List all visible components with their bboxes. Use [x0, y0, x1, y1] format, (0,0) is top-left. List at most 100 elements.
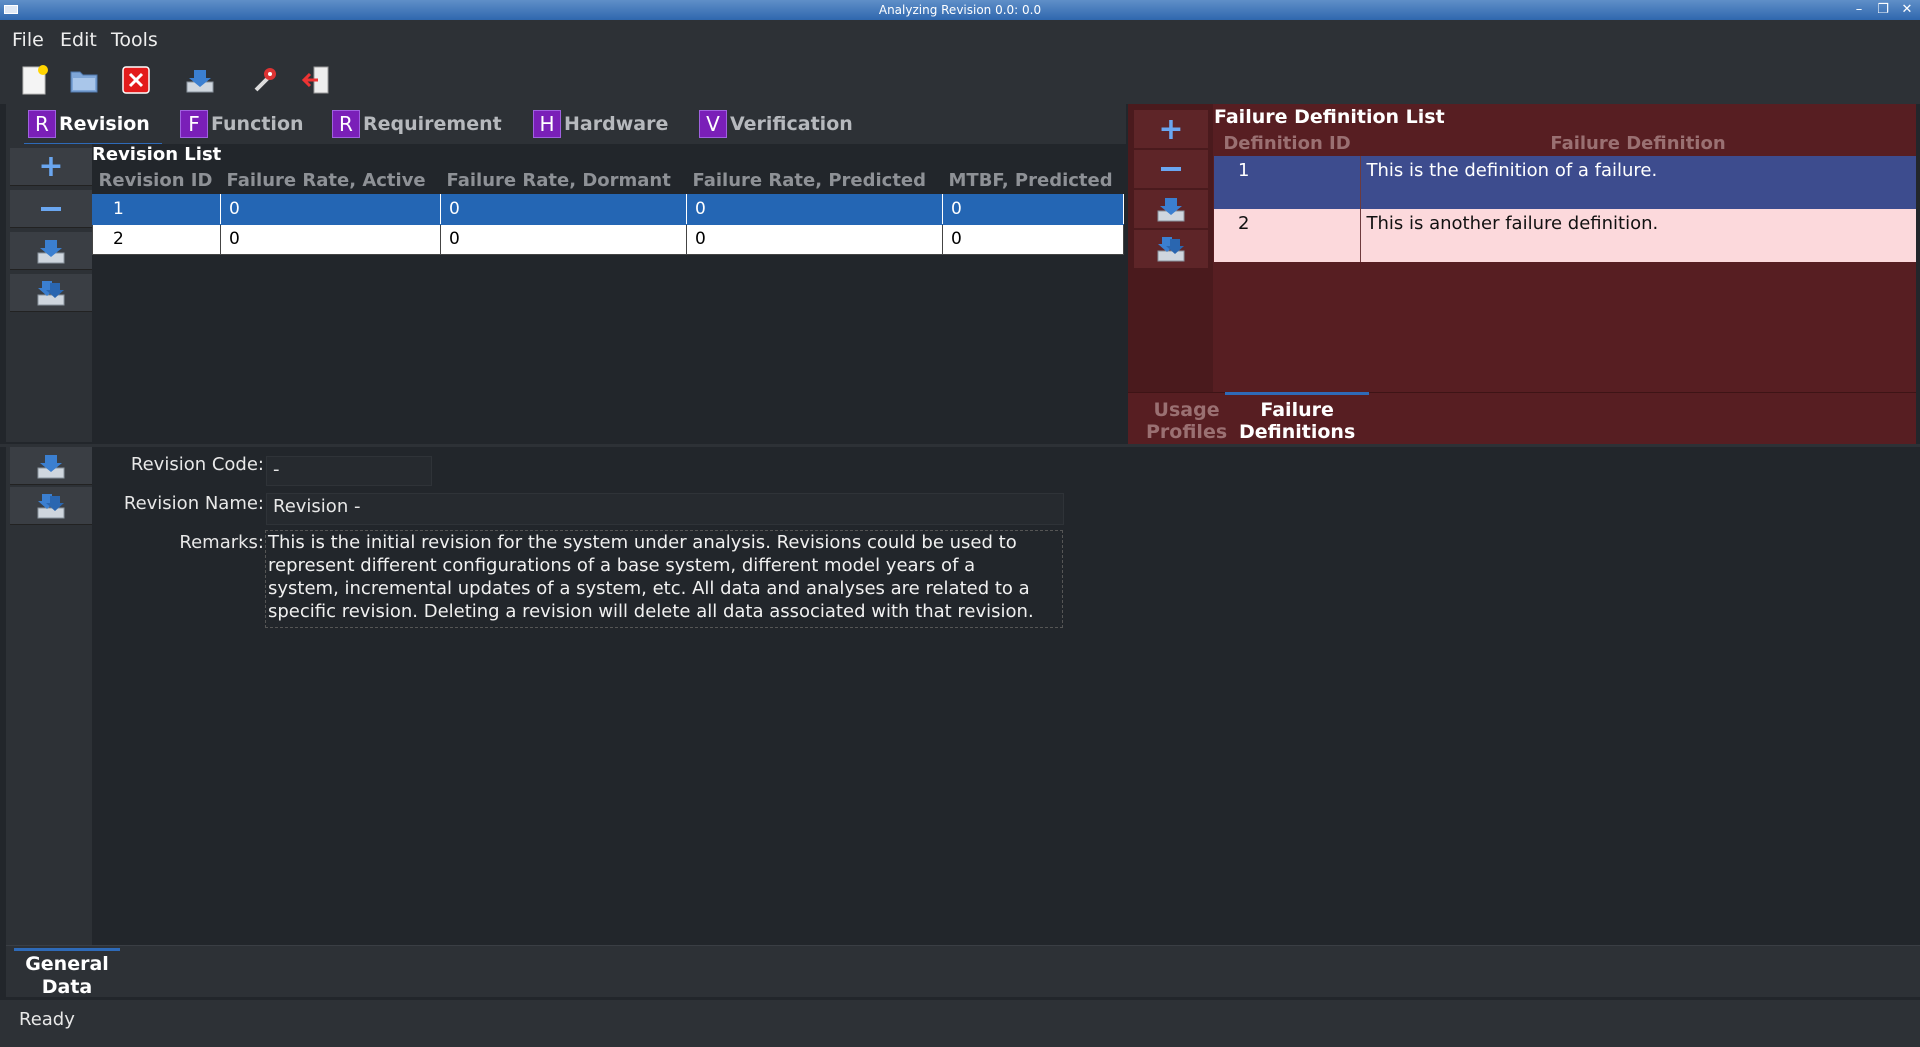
remove-definition-button[interactable]: [1134, 150, 1208, 188]
remarks-line: specific revision. Deleting a revision w…: [268, 601, 1034, 622]
tab-label-line: Data: [41, 976, 93, 998]
tab-label-line: Usage: [1153, 399, 1220, 421]
table-cell[interactable]: 2: [1214, 209, 1361, 262]
menu-edit[interactable]: Edit: [60, 29, 97, 51]
save-all-button[interactable]: [10, 274, 92, 312]
revision-table: Revision ID Failure Rate, Active Failure…: [92, 168, 1124, 255]
add-definition-button[interactable]: +: [1134, 110, 1208, 148]
column-header[interactable]: Failure Rate, Dormant: [441, 168, 687, 194]
table-cell[interactable]: 0: [686, 223, 943, 255]
save-definition-button[interactable]: [1134, 190, 1208, 228]
tab-failure-definitions[interactable]: Failure Definitions: [1224, 392, 1370, 443]
failure-definition-table: Definition ID Failure Definition 1 This …: [1214, 130, 1916, 262]
tab-label: Revision: [59, 113, 150, 135]
tab-label-line: Profiles: [1146, 421, 1228, 443]
tab-label: Verification: [730, 113, 853, 135]
general-data-tabs: General Data: [6, 945, 1920, 999]
remove-revision-button[interactable]: [10, 190, 92, 228]
tab-label-line: Definitions: [1239, 421, 1356, 443]
save-all-general-data-button[interactable]: [10, 487, 92, 525]
table-row[interactable]: 2 This is another failure definition.: [1214, 209, 1916, 262]
pane-divider[interactable]: [0, 444, 1920, 447]
column-header[interactable]: Failure Definition: [1360, 130, 1916, 156]
revision-name-field[interactable]: Revision -: [266, 493, 1064, 525]
new-document-icon[interactable]: [18, 64, 50, 96]
tab-general-data[interactable]: General Data: [14, 948, 120, 999]
plus-icon: +: [38, 149, 64, 184]
table-cell[interactable]: 0: [440, 223, 687, 255]
table-cell[interactable]: 0: [220, 193, 441, 225]
column-header[interactable]: Failure Rate, Active: [221, 168, 441, 194]
table-header: Revision ID Failure Rate, Active Failure…: [93, 168, 1124, 194]
table-cell[interactable]: This is the definition of a failure.: [1360, 156, 1916, 209]
add-revision-button[interactable]: +: [10, 148, 92, 186]
revision-code-field[interactable]: -: [266, 456, 432, 486]
remarks-line: This is the initial revision for the sys…: [268, 532, 1017, 553]
save-revision-button[interactable]: [10, 232, 92, 270]
table-cell[interactable]: 0: [942, 223, 1124, 255]
plus-icon: +: [1158, 111, 1184, 147]
table-header: Definition ID Failure Definition: [1214, 130, 1916, 156]
save-icon: [37, 454, 65, 478]
tab-usage-profiles[interactable]: Usage Profiles: [1146, 399, 1227, 443]
table-cell[interactable]: 0: [220, 223, 441, 255]
tab-function[interactable]: F Function: [180, 108, 304, 140]
status-text: Ready: [19, 1009, 75, 1030]
table-cell[interactable]: 0: [440, 193, 687, 225]
close-window-icon[interactable]: ✕: [1896, 0, 1918, 20]
table-row[interactable]: 1 This is the definition of a failure.: [1214, 156, 1916, 209]
save-general-data-button[interactable]: [10, 447, 92, 485]
save-all-icon: [37, 280, 65, 305]
options-icon[interactable]: [250, 64, 282, 96]
save-all-definitions-button[interactable]: [1134, 230, 1208, 268]
tab-label: Function: [211, 113, 304, 135]
hardware-badge-icon: H: [533, 110, 561, 138]
toolbar: [0, 58, 1920, 104]
remarks-line: system, incremental updates of a system,…: [268, 578, 1030, 599]
minus-icon: [41, 206, 61, 211]
revision-list-title: Revision List: [92, 144, 222, 165]
save-all-icon: [37, 493, 65, 518]
table-cell[interactable]: This is another failure definition.: [1360, 209, 1916, 262]
failure-definition-toolbar: +: [1128, 104, 1213, 392]
table-cell[interactable]: 0: [942, 193, 1124, 225]
tab-hardware[interactable]: H Hardware: [533, 108, 668, 140]
column-header[interactable]: Failure Rate, Predicted: [687, 168, 943, 194]
window-titlebar: Analyzing Revision 0.0: 0.0 – ❐ ✕: [0, 0, 1920, 20]
tab-revision[interactable]: R Revision: [24, 108, 162, 146]
tab-label: Hardware: [564, 113, 669, 135]
exit-icon[interactable]: [300, 64, 332, 96]
tab-verification[interactable]: V Verification: [699, 108, 853, 140]
menu-file[interactable]: File: [12, 29, 44, 51]
menu-tools[interactable]: Tools: [111, 29, 158, 51]
table-cell[interactable]: 0: [686, 193, 943, 225]
table-cell[interactable]: 1: [92, 193, 221, 225]
table-row[interactable]: 2 0 0 0 0: [92, 223, 1124, 255]
window-menu-icon[interactable]: [4, 5, 18, 14]
revision-code-label: Revision Code:: [130, 454, 264, 475]
column-header[interactable]: Revision ID: [93, 168, 221, 194]
table-cell[interactable]: 2: [92, 223, 221, 255]
revision-list-panel: Revision List Revision ID Failure Rate, …: [92, 144, 1124, 442]
tab-requirement[interactable]: R Requirement: [332, 108, 502, 140]
minimize-icon[interactable]: –: [1848, 0, 1870, 20]
save-icon: [1157, 198, 1185, 222]
open-folder-icon[interactable]: [68, 64, 100, 96]
failure-definition-tabs: Usage Profiles Failure Definitions: [1128, 392, 1916, 444]
column-header[interactable]: Definition ID: [1214, 130, 1360, 156]
window-title: Analyzing Revision 0.0: 0.0: [878, 3, 1042, 17]
workbook-tabs: R Revision F Function R Requirement H Ha…: [6, 104, 1126, 146]
save-icon[interactable]: [184, 64, 216, 96]
function-badge-icon: F: [180, 110, 208, 138]
minus-icon: [1161, 167, 1181, 171]
close-icon[interactable]: [120, 64, 152, 96]
menu-bar: File Edit Tools: [0, 20, 1920, 58]
verification-badge-icon: V: [699, 110, 727, 138]
table-row[interactable]: 1 0 0 0 0: [92, 193, 1124, 225]
revision-list-toolbar: +: [6, 144, 92, 442]
tab-label-line: General: [25, 953, 109, 975]
table-cell[interactable]: 1: [1214, 156, 1361, 209]
remarks-field[interactable]: This is the initial revision for the sys…: [265, 530, 1063, 628]
maximize-icon[interactable]: ❐: [1872, 0, 1894, 20]
column-header[interactable]: MTBF, Predicted: [943, 168, 1124, 194]
